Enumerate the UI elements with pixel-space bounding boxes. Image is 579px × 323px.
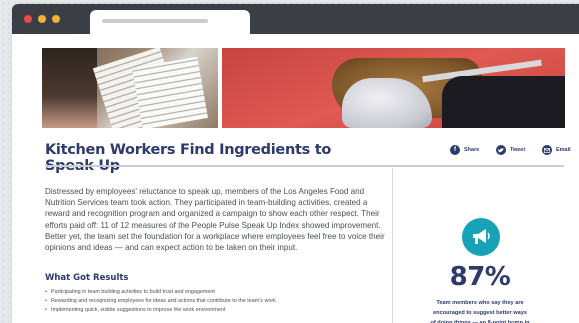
share-email-button[interactable]: Email [542,145,571,155]
results-heading: What Got Results [45,273,129,283]
photo-arm [442,76,565,128]
article-title: Kitchen Workers Find Ingredients to Spea… [45,142,331,174]
column-divider [392,168,393,323]
stat-value: 87% [449,262,511,292]
list-item: Implementing quick, visible suggestions … [45,306,385,315]
maximize-window-button[interactable] [52,15,60,23]
article-body: Distressed by employees' reluctance to s… [45,187,385,253]
browser-tab[interactable] [90,10,250,34]
tab-title-placeholder [102,19,208,23]
minimize-window-button[interactable] [38,15,46,23]
list-item: Participating in team building activitie… [45,288,385,297]
twitter-icon [496,145,506,155]
share-facebook-button[interactable]: f Share [450,145,479,155]
page-content: Kitchen Workers Find Ingredients to Spea… [12,34,579,323]
hero-photo-paperwork [42,48,218,128]
browser-window: Kitchen Workers Find Ingredients to Spea… [12,4,579,323]
list-item: Rewarding and recognizing employees for … [45,297,385,306]
megaphone-icon [462,218,500,256]
share-email-label: Email [556,147,571,153]
share-twitter-label: Tweet [510,147,526,153]
browser-chrome [12,4,579,34]
share-facebook-label: Share [464,147,480,153]
photo-paper [132,56,208,128]
stat-description: Team members who say they are encouraged… [430,300,530,323]
close-window-button[interactable] [24,15,32,23]
email-icon [542,145,552,155]
share-twitter-button[interactable]: Tweet [496,145,525,155]
hero-photo-kitchen [222,48,565,128]
title-divider [45,165,564,167]
facebook-icon: f [450,145,460,155]
photo-person [42,48,97,128]
results-list: Participating in team building activitie… [45,288,385,315]
